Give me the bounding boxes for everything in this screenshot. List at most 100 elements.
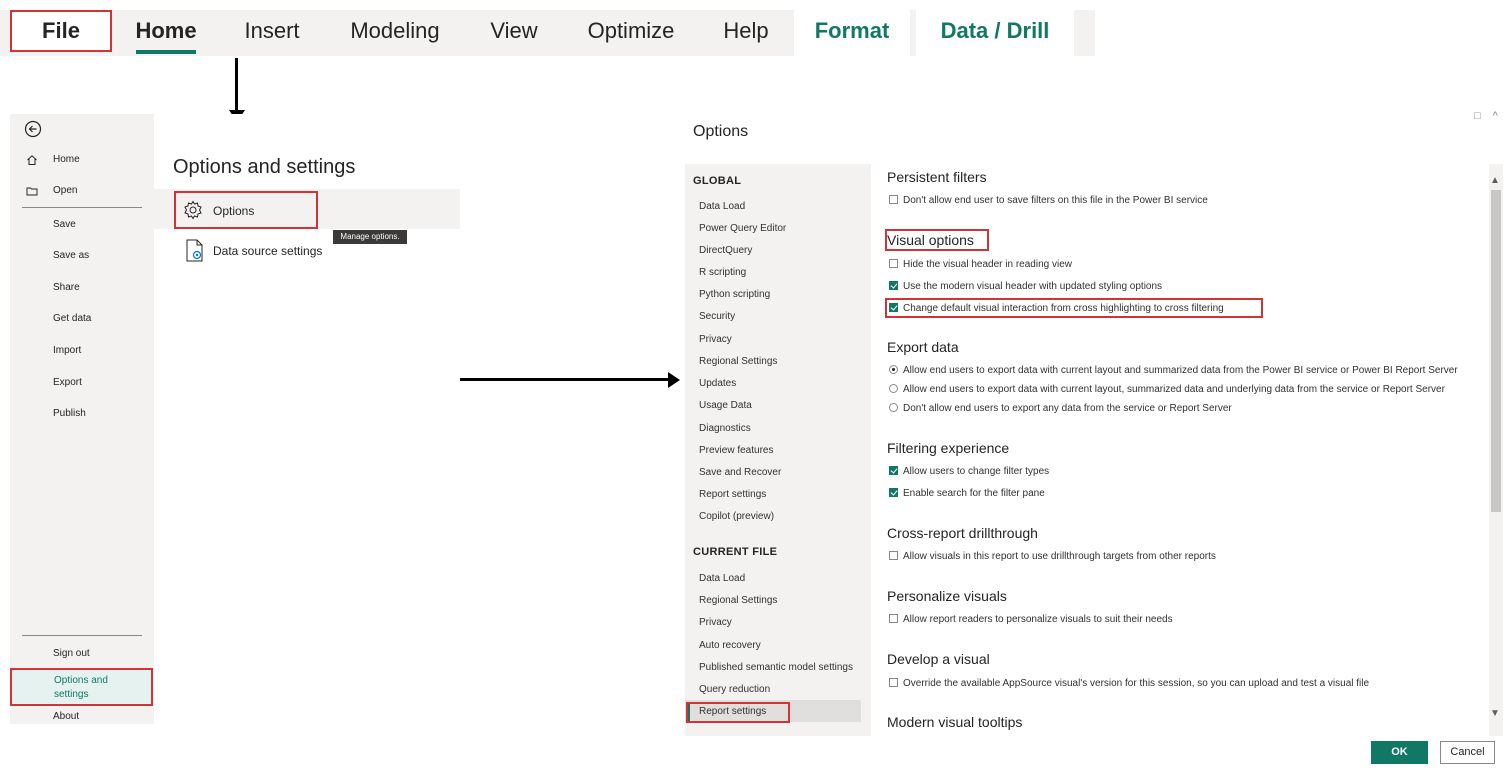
section-develop-a-visual: Develop a visual [887, 651, 990, 667]
option-row[interactable]: Allow visuals in this report to use dril… [889, 551, 1216, 562]
data-source-settings-button[interactable]: Data source settings [213, 244, 322, 258]
checkbox[interactable] [889, 614, 898, 623]
scroll-up-icon[interactable]: ▲ [1490, 175, 1500, 186]
nav-about[interactable]: About [53, 711, 79, 722]
option-row[interactable]: Allow end users to export data with curr… [889, 365, 1458, 376]
scrollbar-thumb[interactable] [1491, 190, 1501, 512]
cancel-button[interactable]: Cancel [1440, 741, 1495, 764]
options-content: Persistent filters Don't allow end user … [871, 164, 1489, 736]
option-row[interactable]: Don't allow end users to export any data… [889, 403, 1232, 414]
tab-insert[interactable]: Insert [234, 10, 310, 56]
nav-item-power-query-editor[interactable]: Power Query Editor [699, 223, 786, 234]
nav-item-regional-settings[interactable]: Regional Settings [699, 356, 777, 367]
nav-item-report-settings[interactable]: Report settings [699, 489, 766, 500]
option-row[interactable]: Override the available AppSource visual'… [889, 678, 1369, 689]
nav-item-usage-data[interactable]: Usage Data [699, 400, 752, 411]
nav-item-data-load[interactable]: Data Load [699, 201, 745, 212]
option-row[interactable]: Allow end users to export data with curr… [889, 384, 1445, 395]
checkbox[interactable] [889, 551, 898, 560]
window-controls[interactable]: □^ [1474, 110, 1510, 122]
nav-item-current-regional-settings[interactable]: Regional Settings [699, 595, 777, 606]
nav-item-current-privacy[interactable]: Privacy [699, 617, 732, 628]
nav-item-query-reduction[interactable]: Query reduction [699, 684, 770, 695]
nav-publish[interactable]: Publish [53, 408, 86, 419]
options-button[interactable]: Options [213, 204, 254, 218]
down-arrow-line [235, 58, 238, 114]
nav-save[interactable]: Save [53, 219, 76, 230]
nav-item-copilot-preview[interactable]: Copilot (preview) [699, 511, 774, 522]
tab-optimize[interactable]: Optimize [576, 10, 686, 56]
nav-item-security[interactable]: Security [699, 311, 735, 322]
nav-item-diagnostics[interactable]: Diagnostics [699, 423, 751, 434]
nav-import[interactable]: Import [53, 345, 81, 356]
tooltip: Manage options. [333, 230, 407, 244]
tab-data-drill[interactable]: Data / Drill [916, 10, 1074, 56]
tab-modeling[interactable]: Modeling [340, 10, 450, 56]
nav-item-privacy[interactable]: Privacy [699, 334, 732, 345]
data-source-settings-icon [186, 239, 203, 262]
nav-divider [22, 207, 142, 208]
nav-options-and-settings[interactable]: Options and settings [10, 668, 153, 706]
page-title: Options and settings [173, 156, 356, 178]
checkbox[interactable] [889, 259, 898, 268]
option-label: Allow users to change filter types [903, 466, 1050, 477]
option-row[interactable]: Don't allow end user to save filters on … [889, 195, 1208, 206]
nav-share[interactable]: Share [53, 282, 80, 293]
options-nav: GLOBAL Data Load Power Query Editor Dire… [685, 164, 871, 736]
section-modern-visual-tooltips: Modern visual tooltips [887, 714, 1023, 730]
ok-button[interactable]: OK [1371, 741, 1428, 764]
home-icon [27, 155, 37, 165]
nav-item-r-scripting[interactable]: R scripting [699, 267, 746, 278]
nav-item-preview-features[interactable]: Preview features [699, 445, 773, 456]
option-row[interactable]: Hide the visual header in reading view [889, 259, 1072, 270]
report-settings-highlight-box [686, 702, 790, 723]
section-visual-options: Visual options [887, 232, 974, 248]
maximize-icon[interactable]: □ [1474, 110, 1493, 122]
option-row[interactable]: Allow users to change filter types [889, 466, 1049, 477]
checkbox[interactable] [889, 678, 898, 687]
option-label: Don't allow end users to export any data… [903, 403, 1232, 414]
backstage-main: Options and settings Options Data source… [154, 114, 460, 724]
collapse-icon[interactable]: ^ [1493, 110, 1510, 122]
option-row[interactable]: Allow report readers to personalize visu… [889, 614, 1173, 625]
nav-get-data[interactable]: Get data [53, 313, 91, 324]
nav-item-python-scripting[interactable]: Python scripting [699, 289, 770, 300]
tab-format[interactable]: Format [794, 10, 910, 56]
tab-view[interactable]: View [478, 10, 550, 56]
option-label: Don't allow end user to save filters on … [903, 195, 1208, 206]
gear-icon [184, 200, 202, 220]
section-filtering-experience: Filtering experience [887, 440, 1010, 456]
tab-help[interactable]: Help [708, 10, 784, 56]
tab-file[interactable]: File [10, 10, 112, 52]
checkbox-checked[interactable] [889, 488, 898, 497]
nav-item-save-and-recover[interactable]: Save and Recover [699, 467, 781, 478]
folder-icon [26, 187, 38, 196]
checkbox-checked[interactable] [889, 281, 898, 290]
right-arrow-icon [668, 372, 680, 388]
radio[interactable] [889, 403, 898, 412]
nav-export[interactable]: Export [53, 377, 82, 388]
checkbox[interactable] [889, 195, 898, 204]
radio-selected[interactable] [889, 365, 898, 374]
nav-item-current-data-load[interactable]: Data Load [699, 573, 745, 584]
nav-item-updates[interactable]: Updates [699, 378, 736, 389]
nav-heading-current-file: CURRENT FILE [693, 546, 778, 558]
nav-item-directquery[interactable]: DirectQuery [699, 245, 752, 256]
right-arrow-line [460, 378, 670, 381]
backstage-nav: Home Open Save Save as Share Get data Im… [10, 114, 154, 724]
nav-open[interactable]: Open [53, 185, 77, 196]
nav-sign-out[interactable]: Sign out [53, 648, 90, 659]
option-row[interactable]: Enable search for the filter pane [889, 488, 1045, 499]
nav-item-auto-recovery[interactable]: Auto recovery [699, 640, 761, 651]
nav-item-published-semantic-model[interactable]: Published semantic model settings [699, 662, 853, 673]
scroll-down-icon[interactable]: ▼ [1490, 708, 1500, 719]
checkbox-checked[interactable] [889, 466, 898, 475]
nav-save-as[interactable]: Save as [53, 250, 89, 261]
option-label: Allow report readers to personalize visu… [903, 614, 1173, 625]
option-row[interactable]: Use the modern visual header with update… [889, 281, 1162, 292]
nav-home[interactable]: Home [53, 154, 80, 165]
radio[interactable] [889, 384, 898, 393]
nav-divider [22, 635, 142, 636]
back-arrow-icon[interactable] [24, 120, 42, 138]
section-personalize-visuals: Personalize visuals [887, 588, 1007, 604]
